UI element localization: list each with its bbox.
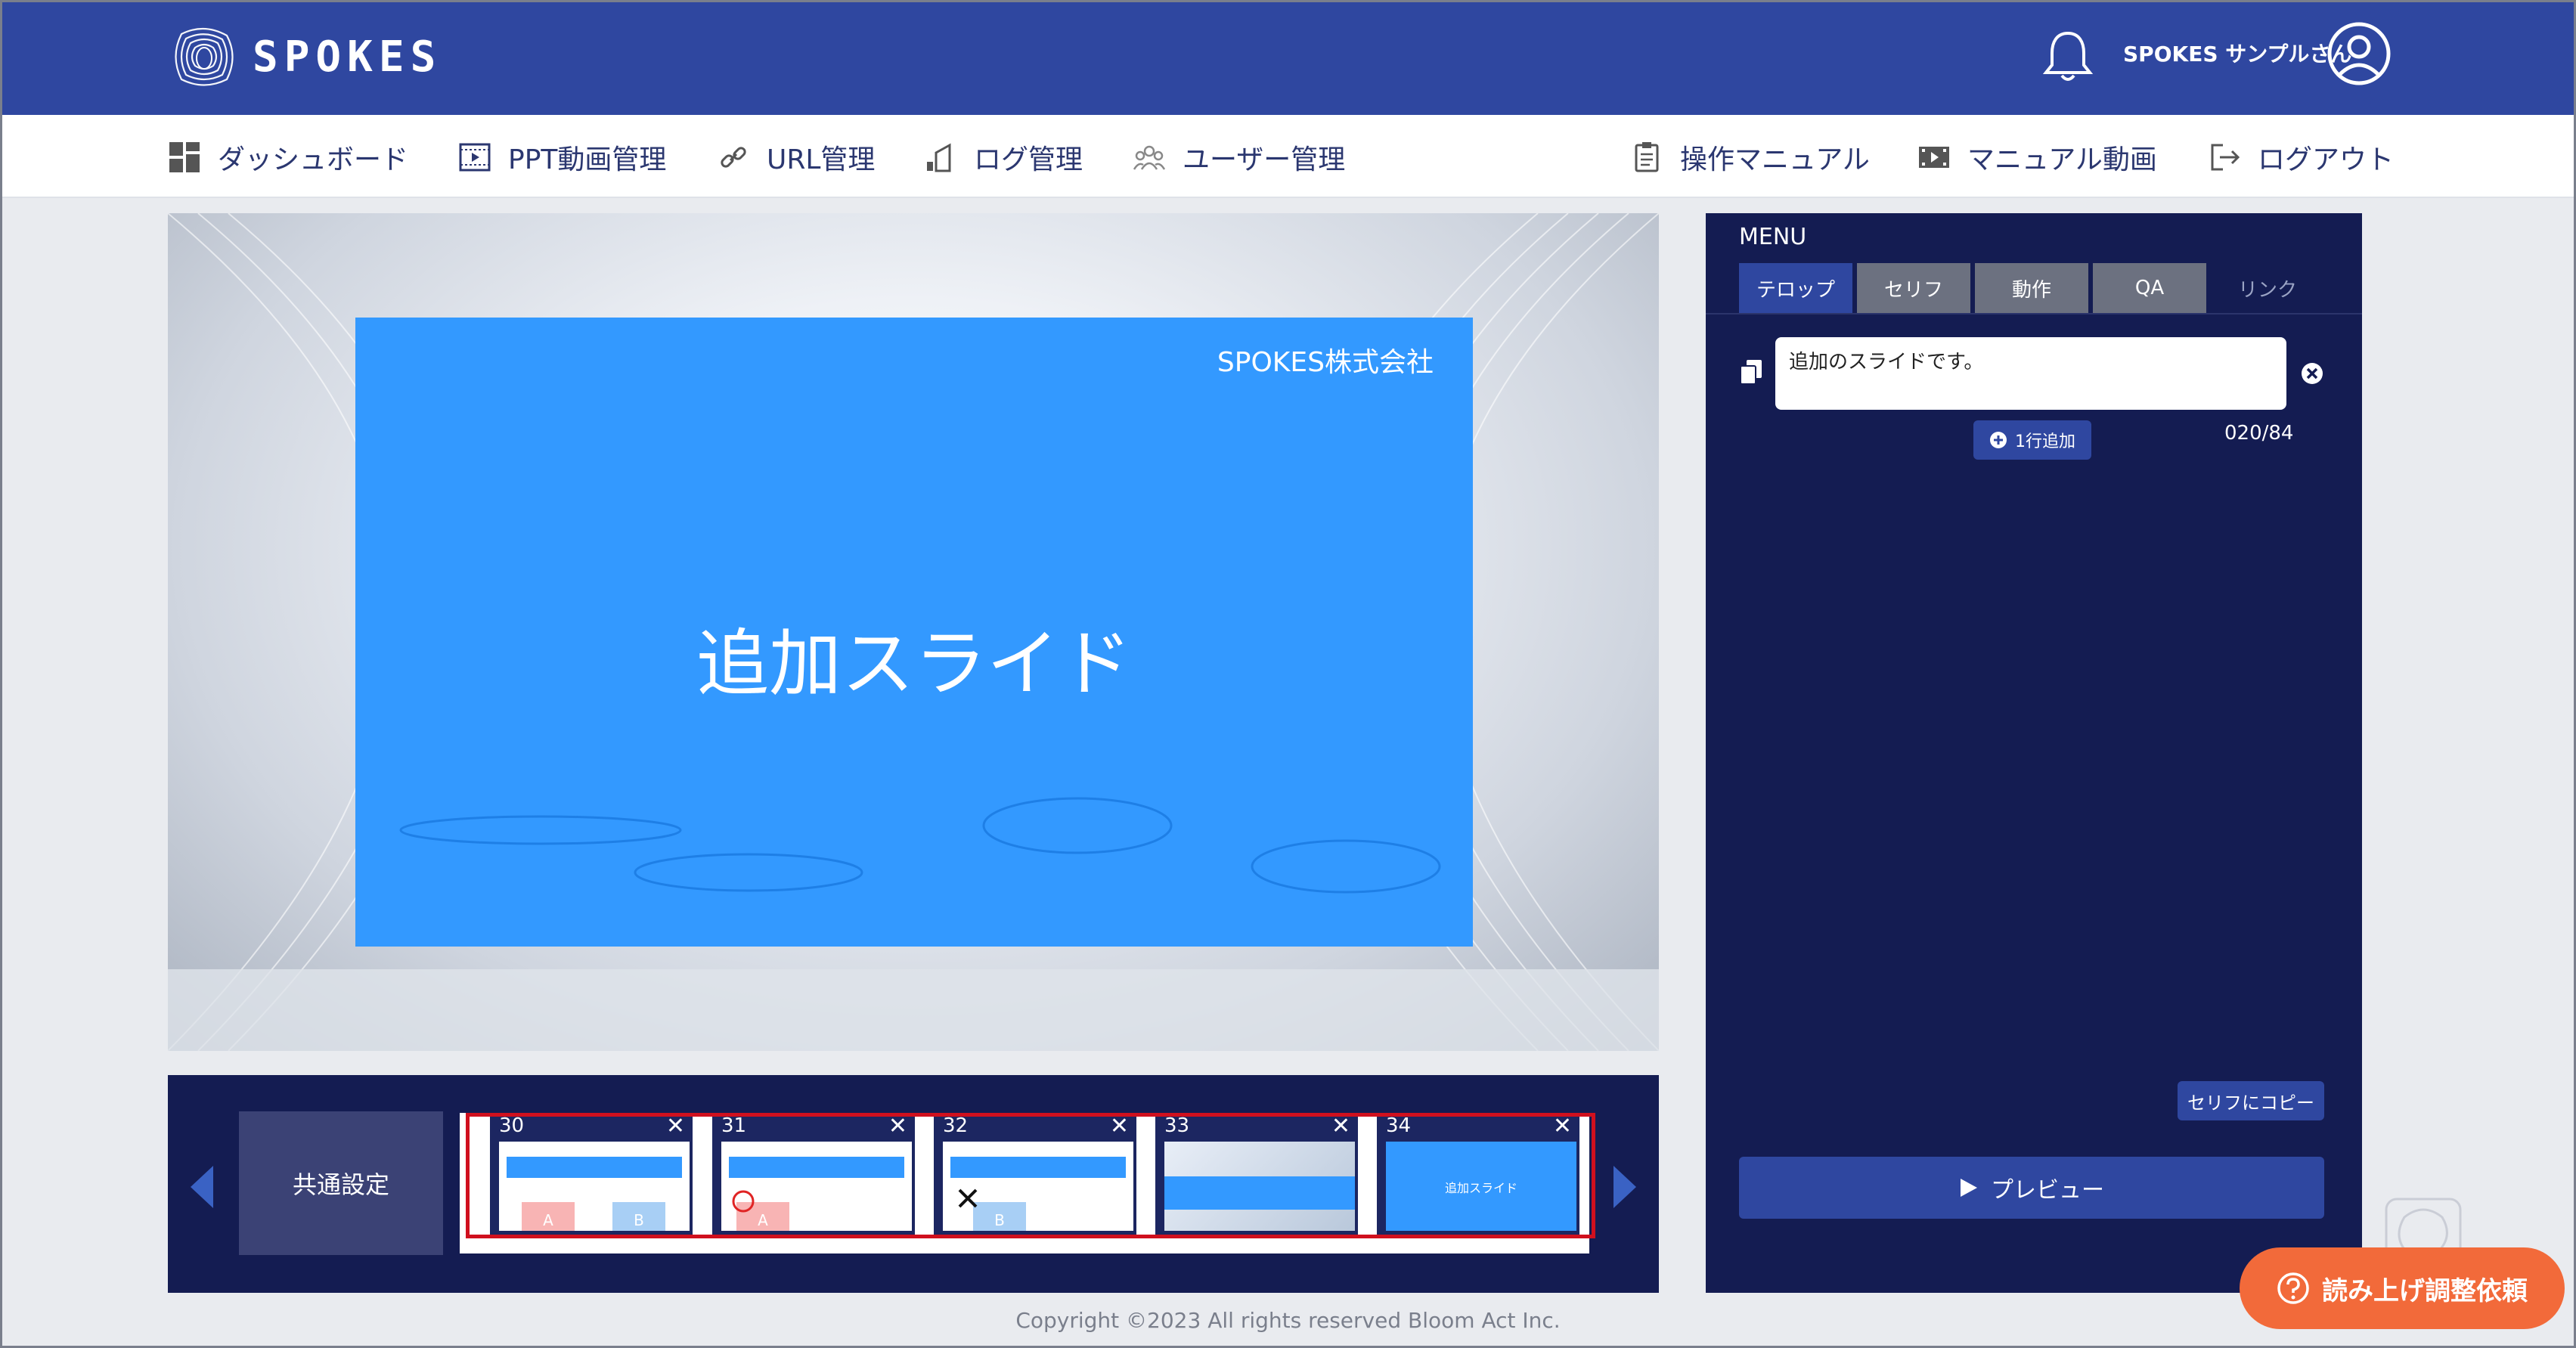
- common-settings-button[interactable]: 共通設定: [239, 1111, 443, 1255]
- copy-icon[interactable]: [1739, 358, 1763, 386]
- help-question-icon: [2277, 1272, 2309, 1304]
- log-chart-icon: [927, 143, 951, 172]
- nav-url-label: URL管理: [767, 144, 876, 175]
- tab-serif[interactable]: セリフ: [1857, 263, 1970, 313]
- filmstrip-prev-arrow-icon[interactable]: [191, 1166, 213, 1208]
- nav-logout-label: ログアウト: [2258, 144, 2395, 175]
- nav-url[interactable]: URL管理: [717, 136, 875, 178]
- filmstrip-next-arrow-icon[interactable]: [1613, 1166, 1636, 1208]
- nav-logout[interactable]: ログアウト: [2208, 136, 2394, 178]
- slide-viewer: SPOKES株式会社 追加スライド: [168, 213, 1659, 1051]
- copyright-text: Copyright ©2023 All rights reserved Bloo…: [1015, 1308, 1561, 1333]
- slide-filmstrip: 共通設定 30 ✕ A B 31 ✕ A 32 ✕ B 33 ✕ 34 ✕ 追加…: [168, 1075, 1659, 1293]
- telop-text-input[interactable]: 追加のスライドです。: [1775, 337, 2286, 410]
- link-icon: [721, 147, 746, 168]
- nav-ppt-video-label: PPT動画管理: [508, 144, 667, 175]
- nav-manual-video-label: マニュアル動画: [1967, 144, 2157, 175]
- char-counter: 020/84: [2224, 422, 2294, 445]
- edit-menu-panel: MENU テロップ セリフ 動作 QA リンク 追加のスライドです。 1行追加 …: [1706, 213, 2362, 1293]
- tab-telop[interactable]: テロップ: [1739, 263, 1852, 313]
- nav-ppt-video[interactable]: PPT動画管理: [458, 136, 666, 178]
- reading-adjustment-request-button[interactable]: 読み上げ調整依頼: [2240, 1247, 2565, 1329]
- app-header: SPOKES SPOKES サンプルさん: [0, 0, 2576, 115]
- manual-document-icon: [1635, 142, 1659, 172]
- menu-label: MENU: [1739, 224, 1807, 250]
- add-line-label: 1行追加: [2015, 432, 2075, 451]
- notification-bell-icon[interactable]: [2041, 27, 2094, 85]
- nav-dashboard[interactable]: ダッシュボード: [168, 136, 408, 178]
- nav-manual[interactable]: 操作マニュアル: [1630, 136, 1870, 178]
- menu-tabs: テロップ セリフ 動作 QA リンク: [1739, 263, 2324, 313]
- request-button-label: 読み上げ調整依頼: [2322, 1275, 2528, 1306]
- slide-company-name: SPOKES株式会社: [1217, 347, 1434, 378]
- video-frame-icon: [459, 143, 491, 172]
- brand-name: SPOKES: [253, 32, 442, 82]
- preview-button[interactable]: プレビュー: [1739, 1157, 2324, 1219]
- nav-manual-label: 操作マニュアル: [1680, 144, 1870, 175]
- users-group-icon: [1133, 145, 1166, 170]
- delete-line-icon[interactable]: [2300, 361, 2324, 386]
- slide-canvas[interactable]: SPOKES株式会社 追加スライド: [355, 318, 1473, 947]
- user-name[interactable]: SPOKES サンプルさん: [2123, 38, 2351, 68]
- main-nav: ダッシュボード PPT動画管理 URL管理 ログ管理 ユーザー管理 操作マニュア…: [0, 115, 2576, 198]
- plus-circle-icon: [1990, 432, 2007, 448]
- preview-label: プレビュー: [1991, 1177, 2104, 1204]
- user-avatar-icon[interactable]: [2326, 21, 2392, 86]
- thumbnail-selection-highlight: [466, 1113, 1595, 1238]
- nav-log[interactable]: ログ管理: [924, 136, 1083, 178]
- brand-logo[interactable]: SPOKES: [166, 14, 442, 100]
- nav-manual-video[interactable]: マニュアル動画: [1917, 136, 2157, 178]
- tab-action[interactable]: 動作: [1975, 263, 2088, 313]
- add-line-button[interactable]: 1行追加: [1973, 420, 2091, 460]
- nav-dashboard-label: ダッシュボード: [218, 144, 409, 175]
- dashboard-icon: [169, 142, 200, 172]
- slide-title: 追加スライド: [696, 621, 1132, 706]
- copy-to-serif-button[interactable]: セリフにコピー: [2178, 1081, 2324, 1120]
- play-icon: [1961, 1179, 1977, 1197]
- nav-users-label: ユーザー管理: [1183, 144, 1346, 175]
- spokes-logo-icon: [175, 27, 234, 86]
- tab-qa[interactable]: QA: [2093, 263, 2206, 313]
- film-icon: [1919, 147, 1949, 168]
- logout-icon: [2211, 144, 2240, 171]
- nav-users[interactable]: ユーザー管理: [1133, 136, 1345, 178]
- tabs-divider: [1706, 313, 2362, 315]
- tab-link[interactable]: リンク: [2211, 263, 2324, 313]
- nav-log-label: ログ管理: [974, 144, 1083, 175]
